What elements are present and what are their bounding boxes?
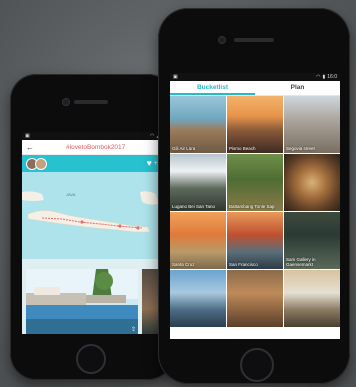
status-bar: ▣ ◠ ▮ 16:0 [170, 73, 340, 81]
avatar[interactable] [35, 157, 47, 170]
status-bar: ▣ ◠◢▮ [22, 132, 168, 140]
image-icon: ▣ [25, 133, 30, 139]
photo-strip: ⇪ [22, 259, 168, 334]
tab-bar: Bucketlist Plan [170, 81, 340, 96]
destination-tile[interactable] [170, 270, 226, 327]
destination-tile[interactable] [284, 154, 340, 211]
photo-svg [26, 269, 138, 334]
tile-caption: Gili Air Lüra [172, 146, 196, 151]
tile-caption: Battambang Tonle Sap [229, 204, 275, 209]
trip-title: #lovetoBombok2017 [66, 143, 126, 151]
wifi-icon: ◠ [316, 74, 321, 80]
destination-tile[interactable]: Lugano Bei San Tano [170, 154, 226, 211]
map-label: JAVA [66, 192, 76, 197]
destination-tile[interactable]: Gili Air Lüra [170, 96, 226, 153]
home-button[interactable] [76, 344, 106, 374]
destination-tile[interactable]: Battambang Tonle Sap [227, 154, 283, 211]
destination-tile[interactable]: Sam Gallery in Gaensemarkt [284, 212, 340, 269]
image-icon: ▣ [173, 74, 178, 80]
destination-tile[interactable]: Santa Cruz [170, 212, 226, 269]
heart-icon[interactable]: ♥ [146, 159, 151, 168]
left-screen: ▣ ◠◢▮ ← #lovetoBombok2017 ⋖ ♥ +23 [22, 132, 168, 334]
front-camera [218, 36, 226, 44]
map-svg [22, 191, 158, 233]
home-button[interactable] [240, 348, 274, 382]
destination-tile[interactable]: Pismo Beach [227, 96, 283, 153]
tab-bucketlist[interactable]: Bucketlist [170, 81, 255, 95]
tile-caption: Segovia street [286, 146, 315, 151]
destination-tile[interactable] [227, 270, 283, 327]
speaker [74, 100, 108, 104]
app-bar: ← #lovetoBombok2017 ⋖ [22, 140, 168, 155]
tile-caption: Sam Gallery in Gaensemarkt [286, 257, 316, 267]
status-time: 16:0 [327, 74, 337, 80]
share-icon[interactable]: ⇪ [131, 326, 136, 333]
right-screen: ▣ ◠ ▮ 16:0 Bucketlist Plan Gili Air Lüra P… [170, 73, 340, 339]
destination-tile[interactable] [284, 270, 340, 327]
tile-caption: San Francisco [229, 262, 258, 267]
speaker [234, 38, 274, 42]
front-camera [62, 98, 70, 106]
back-arrow-icon[interactable]: ← [26, 143, 34, 152]
participant-avatars[interactable] [26, 157, 47, 170]
tile-caption: Santa Cruz [172, 262, 195, 267]
trip-map[interactable]: JAVA [22, 172, 168, 260]
left-phone: ▣ ◠◢▮ ← #lovetoBombok2017 ⋖ ♥ +23 [10, 74, 174, 380]
wifi-icon: ◠ [150, 133, 155, 139]
right-phone: ▣ ◠ ▮ 16:0 Bucketlist Plan Gili Air Lüra P… [158, 8, 350, 384]
tile-caption: Lugano Bei San Tano [172, 204, 215, 209]
tile-caption: Pismo Beach [229, 146, 256, 151]
bucketlist-grid: Gili Air Lüra Pismo Beach Segovia street… [170, 96, 340, 327]
trip-photo-card[interactable]: ⇪ [26, 269, 138, 334]
battery-icon: ▮ [322, 74, 326, 80]
participants-row: ♥ +23 [22, 155, 168, 172]
tab-plan[interactable]: Plan [255, 81, 340, 95]
destination-tile[interactable]: Segovia street [284, 96, 340, 153]
destination-tile[interactable]: San Francisco [227, 212, 283, 269]
